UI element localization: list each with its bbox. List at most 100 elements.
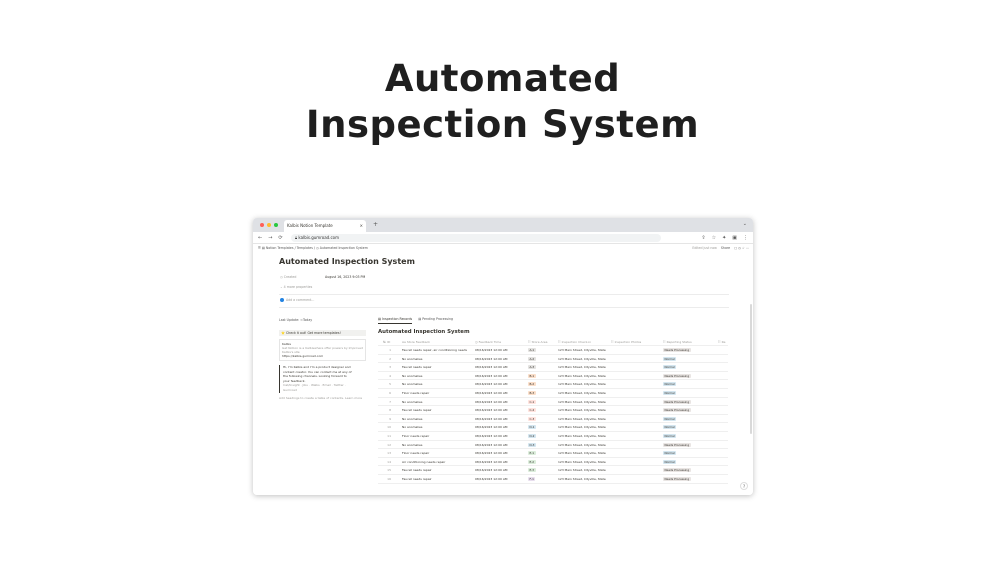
row-feedback-time[interactable]: 08/16/2023 12:00 AM bbox=[475, 432, 527, 440]
chevron-down-icon[interactable]: ⌄ bbox=[743, 221, 747, 227]
row-store-area[interactable]: C-1 bbox=[528, 398, 556, 406]
table-row[interactable]: 1 Faucet needs repair, air conditioning n… bbox=[378, 346, 728, 355]
row-status[interactable]: Needs Processing bbox=[663, 398, 713, 406]
minimize-window-dot[interactable] bbox=[267, 223, 271, 227]
row-checkin[interactable]: 123 Main Street, Cityville, State bbox=[558, 346, 610, 354]
row-store-area[interactable]: B-2 bbox=[528, 380, 556, 388]
column-header-id[interactable]: № ID bbox=[383, 338, 401, 346]
table-row[interactable]: 6 Floor needs repair 08/16/2023 12:00 AM B-… bbox=[378, 389, 728, 398]
extensions-icon[interactable]: ✦ bbox=[722, 234, 726, 242]
column-header-checkin[interactable]: ☷ Inspection Check-in bbox=[558, 338, 610, 346]
row-feedback-time[interactable]: 08/16/2023 12:00 AM bbox=[475, 380, 527, 388]
column-header-status[interactable]: ☷ Reporting Status bbox=[663, 338, 713, 346]
row-checkin[interactable]: 123 Main Street, Cityville, State bbox=[558, 398, 610, 406]
row-checkin[interactable]: 123 Main Street, Cityville, State bbox=[558, 449, 610, 457]
table-row[interactable]: 11 Floor needs repair 08/16/2023 12:00 AM D… bbox=[378, 432, 728, 441]
row-status[interactable]: Normal bbox=[663, 458, 713, 466]
table-row[interactable]: 16 Faucet needs repair 08/16/2023 12:00 AM… bbox=[378, 475, 728, 484]
row-checkin[interactable]: 123 Main Street, Cityville, State bbox=[558, 355, 610, 363]
table-row[interactable]: 13 Floor needs repair 08/16/2023 12:00 AM E… bbox=[378, 449, 728, 458]
row-feedback[interactable]: Faucet needs repair bbox=[402, 363, 473, 371]
row-store-area[interactable]: D-3 bbox=[528, 441, 556, 449]
row-store-area[interactable]: D-1 bbox=[528, 423, 556, 431]
row-status[interactable]: Needs Processing bbox=[663, 441, 713, 449]
row-status[interactable]: Normal bbox=[663, 389, 713, 397]
column-header-area[interactable]: ☷ Store Area bbox=[528, 338, 556, 346]
breadcrumb[interactable]: ☰ ▤ Notion Templates / Templates / ◷ Aut… bbox=[258, 244, 368, 253]
table-row[interactable]: 15 Faucet needs repair 08/16/2023 12:00 AM… bbox=[378, 466, 728, 475]
page-title[interactable]: Automated Inspection System bbox=[279, 257, 415, 266]
row-feedback[interactable]: No anomalies bbox=[402, 355, 473, 363]
row-status[interactable]: Normal bbox=[663, 363, 713, 371]
star-icon[interactable]: ☆ bbox=[712, 234, 716, 242]
bookmark-link[interactable]: https://kalbis.gumroad.com bbox=[282, 354, 363, 358]
row-status[interactable]: Normal bbox=[663, 355, 713, 363]
row-status[interactable]: Needs Processing bbox=[663, 466, 713, 474]
row-checkin[interactable]: 123 Main Street, Cityville, State bbox=[558, 466, 610, 474]
back-icon[interactable]: ← bbox=[258, 234, 262, 242]
row-feedback-time[interactable]: 08/16/2023 12:00 AM bbox=[475, 475, 527, 483]
row-checkin[interactable]: 123 Main Street, Cityville, State bbox=[558, 363, 610, 371]
row-checkin[interactable]: 123 Main Street, Cityville, State bbox=[558, 380, 610, 388]
row-feedback[interactable]: Faucet needs repair bbox=[402, 466, 473, 474]
row-status[interactable]: Normal bbox=[663, 449, 713, 457]
table-row[interactable]: 5 No anomalies 08/16/2023 12:00 AM B-2 123 M… bbox=[378, 380, 728, 389]
row-checkin[interactable]: 123 Main Street, Cityville, State bbox=[558, 389, 610, 397]
row-feedback-time[interactable]: 08/16/2023 12:00 AM bbox=[475, 363, 527, 371]
row-feedback[interactable]: Faucet needs repair bbox=[402, 406, 473, 414]
row-feedback[interactable]: No anomalies bbox=[402, 398, 473, 406]
table-row[interactable]: 14 Air conditioning needs repair 08/16/202… bbox=[378, 458, 728, 467]
row-feedback[interactable]: No anomalies bbox=[402, 380, 473, 388]
row-feedback[interactable]: Air conditioning needs repair bbox=[402, 458, 473, 466]
forward-icon[interactable]: → bbox=[268, 234, 272, 242]
row-store-area[interactable]: B-1 bbox=[528, 372, 556, 380]
tab-inspection-records[interactable]: ▤ Inspection Records bbox=[378, 316, 413, 324]
menu-icon[interactable]: ⋮ bbox=[743, 234, 748, 242]
row-feedback[interactable]: No anomalies bbox=[402, 441, 473, 449]
row-feedback-time[interactable]: 08/16/2023 12:00 AM bbox=[475, 406, 527, 414]
row-feedback[interactable]: No anomalies bbox=[402, 423, 473, 431]
column-header-feedback[interactable]: Aa Store Feedback bbox=[402, 338, 473, 346]
row-store-area[interactable]: C-2 bbox=[528, 406, 556, 414]
row-status[interactable]: Normal bbox=[663, 380, 713, 388]
table-row[interactable]: 2 No anomalies 08/16/2023 12:00 AM A-2 123 M… bbox=[378, 355, 728, 364]
more-properties-toggle[interactable]: ⌄ 4 more properties bbox=[280, 285, 312, 289]
new-tab-button[interactable]: + bbox=[373, 220, 378, 230]
social-links[interactable]: Gumroad bbox=[283, 388, 366, 393]
topbar-icons[interactable]: ▢ ◷ ☆ ⋯ bbox=[734, 244, 749, 253]
row-feedback-time[interactable]: 08/16/2023 12:00 AM bbox=[475, 466, 527, 474]
row-status[interactable]: Needs Processing bbox=[663, 346, 713, 354]
row-store-area[interactable]: C-3 bbox=[528, 415, 556, 423]
row-checkin[interactable]: 123 Main Street, Cityville, State bbox=[558, 406, 610, 414]
row-feedback[interactable]: Floor needs repair bbox=[402, 432, 473, 440]
close-tab-icon[interactable]: × bbox=[360, 220, 363, 232]
row-checkin[interactable]: 123 Main Street, Cityville, State bbox=[558, 432, 610, 440]
row-checkin[interactable]: 123 Main Street, Cityville, State bbox=[558, 441, 610, 449]
row-store-area[interactable]: F-1 bbox=[528, 475, 556, 483]
browser-tab[interactable]: Kalbis Notion Template × bbox=[284, 220, 366, 232]
row-store-area[interactable]: A-1 bbox=[528, 346, 556, 354]
row-checkin[interactable]: 123 Main Street, Cityville, State bbox=[558, 475, 610, 483]
row-status[interactable]: Needs Processing bbox=[663, 372, 713, 380]
table-row[interactable]: 7 No anomalies 08/16/2023 12:00 AM C-1 123 M… bbox=[378, 398, 728, 407]
row-feedback-time[interactable]: 08/16/2023 12:00 AM bbox=[475, 441, 527, 449]
row-store-area[interactable]: E-1 bbox=[528, 449, 556, 457]
row-feedback[interactable]: Faucet needs repair, air conditioning ne… bbox=[402, 346, 473, 354]
share-button[interactable]: Share bbox=[721, 244, 730, 253]
table-row[interactable]: 4 No anomalies 08/16/2023 12:00 AM B-1 123 M… bbox=[378, 372, 728, 381]
row-feedback-time[interactable]: 08/16/2023 12:00 AM bbox=[475, 372, 527, 380]
row-feedback-time[interactable]: 08/16/2023 12:00 AM bbox=[475, 423, 527, 431]
row-feedback[interactable]: No anomalies bbox=[402, 415, 473, 423]
row-store-area[interactable]: A-2 bbox=[528, 355, 556, 363]
row-store-area[interactable]: E-3 bbox=[528, 466, 556, 474]
help-button[interactable]: ? bbox=[740, 482, 748, 490]
address-bar[interactable]: 🔒︎ kalbis.gumroad.com bbox=[291, 234, 661, 242]
row-feedback[interactable]: Faucet needs repair bbox=[402, 475, 473, 483]
table-row[interactable]: 8 Faucet needs repair 08/16/2023 12:00 AM C… bbox=[378, 406, 728, 415]
table-row[interactable]: 9 No anomalies 08/16/2023 12:00 AM C-3 123 M… bbox=[378, 415, 728, 424]
row-status[interactable]: Needs Processing bbox=[663, 475, 713, 483]
row-store-area[interactable]: D-2 bbox=[528, 432, 556, 440]
row-feedback-time[interactable]: 08/16/2023 12:00 AM bbox=[475, 415, 527, 423]
reload-icon[interactable]: ⟳ bbox=[278, 234, 282, 242]
row-status[interactable]: Normal bbox=[663, 415, 713, 423]
